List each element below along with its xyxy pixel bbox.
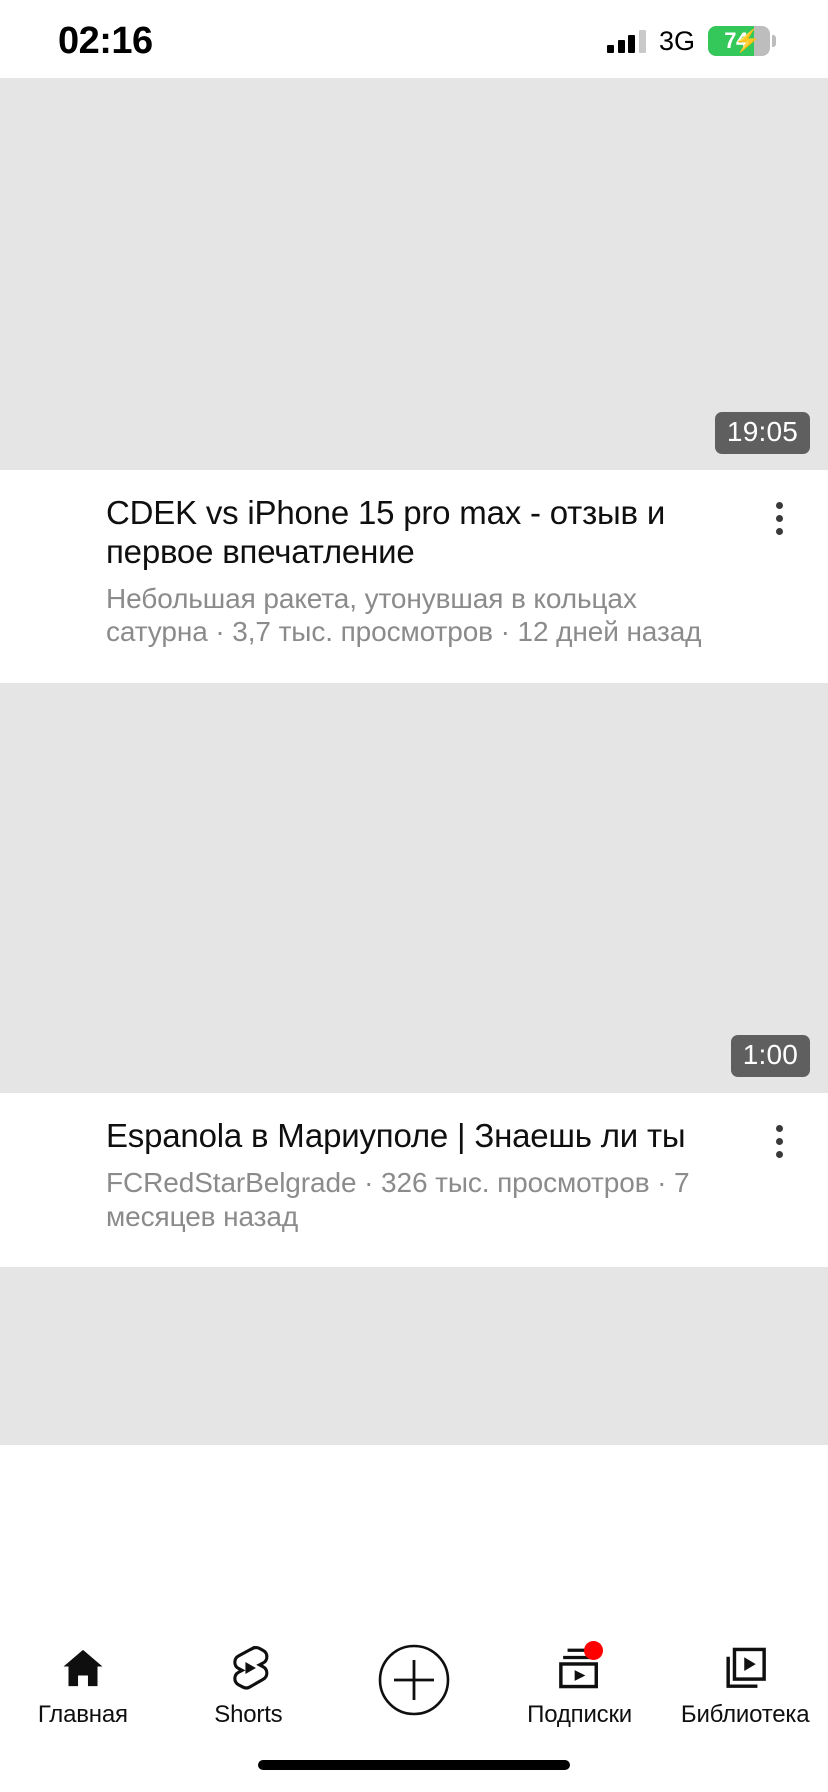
video-thumbnail[interactable]: 19:05: [0, 78, 828, 470]
card-spacer: [0, 649, 828, 684]
video-title[interactable]: Espanola в Мариуполе | Знаешь ли ты: [106, 1117, 736, 1156]
nav-label-shorts: Shorts: [214, 1701, 283, 1728]
nav-item-subscriptions[interactable]: Подписки: [497, 1641, 663, 1728]
status-bar-indicators: 3G 74 ⚡: [607, 22, 776, 57]
nav-item-home[interactable]: Главная: [0, 1643, 166, 1727]
video-title[interactable]: CDEK vs iPhone 15 pro max - отзыв и перв…: [106, 494, 736, 572]
video-thumbnail[interactable]: 1:00: [0, 683, 828, 1094]
library-icon: [722, 1643, 768, 1693]
nav-label-subscriptions: Подписки: [527, 1701, 632, 1728]
home-indicator[interactable]: [258, 1760, 570, 1770]
create-plus-icon: [377, 1643, 451, 1717]
status-bar: 02:16 3G 74 ⚡: [0, 0, 828, 78]
card-spacer: [0, 1233, 828, 1268]
nav-item-library[interactable]: Библиотека: [662, 1643, 828, 1727]
video-metadata: Небольшая ракета, утонувшая в кольцах са…: [106, 582, 702, 648]
video-info-row: Espanola в Мариуполе | Знаешь ли ты FCRe…: [0, 1093, 828, 1233]
video-duration-badge: 1:00: [730, 1035, 810, 1078]
subscriptions-icon: [555, 1641, 605, 1693]
battery-charging-bolt-icon: ⚡: [733, 28, 761, 53]
video-feed: 19:05 CDEK vs iPhone 15 pro max - отзыв …: [0, 78, 828, 1446]
video-text-block[interactable]: Espanola в Мариуполе | Знаешь ли ты FCRe…: [0, 1117, 742, 1233]
battery-cap: [772, 35, 776, 47]
video-metadata: FCRedStarBelgrade · 326 тыс. просмотров …: [106, 1167, 690, 1232]
nav-item-create[interactable]: [331, 1643, 497, 1727]
network-type-label: 3G: [658, 25, 695, 56]
home-icon: [60, 1643, 106, 1693]
cellular-signal-icon: [607, 29, 646, 53]
status-bar-time: 02:16: [58, 20, 153, 62]
video-info-row: CDEK vs iPhone 15 pro max - отзыв и перв…: [0, 470, 828, 649]
nav-item-shorts[interactable]: Shorts: [166, 1643, 332, 1727]
kebab-menu-icon[interactable]: [742, 494, 816, 535]
shorts-icon: [226, 1643, 270, 1693]
video-card[interactable]: 19:05 CDEK vs iPhone 15 pro max - отзыв …: [0, 78, 828, 684]
video-card[interactable]: 1:00 Espanola в Мариуполе | Знаешь ли ты…: [0, 683, 828, 1268]
video-thumbnail[interactable]: [0, 1267, 828, 1446]
battery-icon: 74 ⚡: [708, 26, 770, 56]
kebab-menu-icon[interactable]: [742, 1117, 816, 1159]
video-text-block[interactable]: CDEK vs iPhone 15 pro max - отзыв и перв…: [0, 494, 742, 649]
video-duration-badge: 19:05: [714, 412, 810, 454]
battery-indicator: 74 ⚡: [708, 26, 776, 56]
video-card[interactable]: [0, 1267, 828, 1446]
subscriptions-badge-dot: [583, 1641, 603, 1660]
nav-label-library: Библиотека: [680, 1701, 810, 1728]
nav-label-home: Главная: [37, 1701, 128, 1728]
